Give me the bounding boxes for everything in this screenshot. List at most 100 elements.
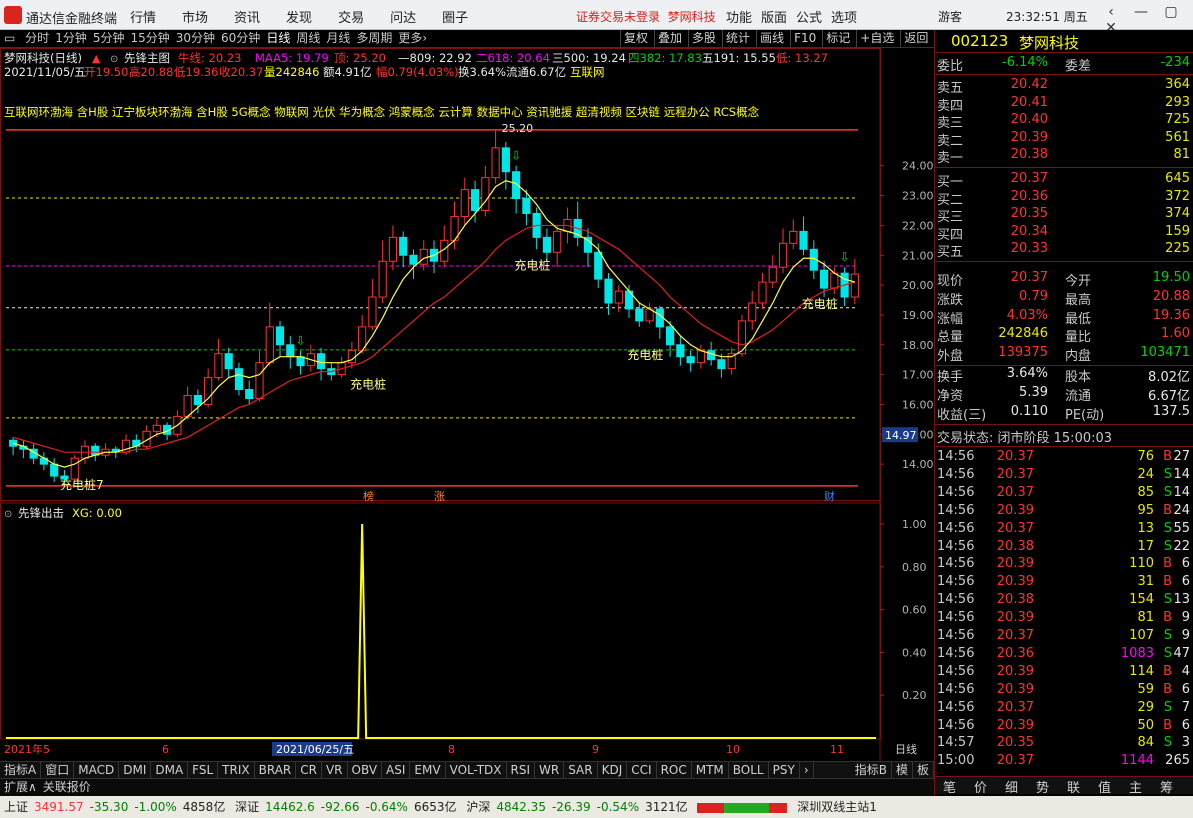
tick-row[interactable]: 14:56 20.37 85 S 14: [935, 485, 1193, 503]
indicator-tab-20[interactable]: MTM: [692, 762, 729, 778]
indicator-tab-13[interactable]: VOL-TDX: [446, 762, 507, 778]
tick-row[interactable]: 14:56 20.38 154 S 13: [935, 592, 1193, 610]
indicator-tab-15[interactable]: WR: [535, 762, 565, 778]
trade-login-warning[interactable]: 证券交易未登录 梦网科技: [576, 8, 716, 25]
stat-row[interactable]: 收益(三) 0.110 PE(动) 137.5: [935, 404, 1193, 423]
quote-tab-3[interactable]: 势: [1036, 777, 1049, 796]
tool-8[interactable]: 返回: [900, 30, 931, 47]
ask-row[interactable]: 卖四 20.41 293: [935, 95, 1193, 114]
tool-3[interactable]: 统计: [722, 30, 753, 47]
indicator-tab-6[interactable]: TRIX: [218, 762, 255, 778]
trade-status-row[interactable]: 交易状态: 闭市阶段 15:00:03: [935, 427, 1193, 446]
period-6[interactable]: 日线: [266, 30, 290, 47]
period-8[interactable]: 月线: [326, 30, 350, 47]
tick-row[interactable]: 14:56 20.39 50 B 6: [935, 718, 1193, 736]
period-4[interactable]: 30分钟: [176, 30, 215, 47]
indicator-right-tab-1[interactable]: 模: [892, 762, 913, 778]
quote-tab-2[interactable]: 细: [1005, 777, 1018, 796]
quote-tab-1[interactable]: 价: [974, 777, 987, 796]
tick-row[interactable]: 14:56 20.37 107 S 9: [935, 628, 1193, 646]
menu-item-2[interactable]: 资讯: [234, 7, 260, 26]
period-2[interactable]: 5分钟: [93, 30, 125, 47]
indicator-tab-3[interactable]: DMI: [119, 762, 152, 778]
menu2-item-3[interactable]: 选项: [831, 7, 857, 26]
quote-tab-6[interactable]: 主: [1129, 777, 1142, 796]
period-5[interactable]: 60分钟: [221, 30, 260, 47]
tick-row[interactable]: 14:56 20.39 81 B 9: [935, 610, 1193, 628]
indicator-tab-8[interactable]: CR: [296, 762, 322, 778]
tick-row[interactable]: 14:56 20.39 95 B 24: [935, 503, 1193, 521]
tool-1[interactable]: 叠加: [654, 30, 685, 47]
menu2-item-1[interactable]: 版面: [761, 7, 787, 26]
indicator-tab-23[interactable]: ›: [800, 762, 814, 778]
stat-row[interactable]: 外盘 139375 内盘 103471: [935, 345, 1193, 364]
period-10[interactable]: 更多›: [398, 30, 427, 47]
guest-label[interactable]: 游客: [938, 8, 962, 25]
menu-item-5[interactable]: 问达: [390, 7, 416, 26]
indicator-tab-11[interactable]: ASI: [382, 762, 411, 778]
ask-row[interactable]: 卖一 20.38 81: [935, 147, 1193, 166]
tick-row[interactable]: 14:56 20.39 31 B 6: [935, 574, 1193, 592]
stat-row[interactable]: 涨幅 4.03% 最低 19.36: [935, 308, 1193, 327]
indicator-tab-0[interactable]: 指标A: [0, 762, 42, 778]
indicator-tab-2[interactable]: MACD: [74, 762, 120, 778]
tick-row[interactable]: 14:56 20.38 17 S 22: [935, 539, 1193, 557]
back-icon[interactable]: ‹: [1096, 4, 1126, 20]
tick-row[interactable]: 14:56 20.39 114 B 4: [935, 664, 1193, 682]
ext-item-1[interactable]: 关联报价: [43, 779, 91, 796]
indicator-tab-7[interactable]: BRAR: [255, 762, 297, 778]
stat-row[interactable]: 总量 242846 量比 1.60: [935, 326, 1193, 345]
stat-row[interactable]: 净资 5.39 流通 6.67亿: [935, 385, 1193, 404]
quote-tab-4[interactable]: 联: [1067, 777, 1080, 796]
indicator-tab-1[interactable]: 窗口: [41, 762, 75, 778]
stat-row[interactable]: 换手 3.64% 股本 8.02亿: [935, 366, 1193, 385]
indicator-tab-19[interactable]: ROC: [657, 762, 692, 778]
tool-7[interactable]: +自选: [856, 30, 897, 47]
tool-0[interactable]: 复权: [620, 30, 651, 47]
ask-row[interactable]: 卖三 20.40 725: [935, 112, 1193, 131]
tick-row[interactable]: 14:56 20.37 29 S 7: [935, 700, 1193, 718]
indicator-tab-14[interactable]: RSI: [507, 762, 536, 778]
indicator-tab-10[interactable]: OBV: [348, 762, 383, 778]
quote-tab-5[interactable]: 值: [1098, 777, 1111, 796]
menu-item-4[interactable]: 交易: [338, 7, 364, 26]
maximize-icon[interactable]: ▢: [1156, 4, 1186, 20]
menu2-item-2[interactable]: 公式: [796, 7, 822, 26]
x-axis-mode[interactable]: 日线: [895, 742, 917, 756]
menu-item-0[interactable]: 行情: [130, 7, 156, 26]
tick-row[interactable]: 14:56 20.37 76 B 27: [935, 449, 1193, 467]
bid-row[interactable]: 买二 20.36 372: [935, 189, 1193, 208]
tool-2[interactable]: 多股: [688, 30, 719, 47]
ask-row[interactable]: 卖二 20.39 561: [935, 130, 1193, 149]
order-ratio[interactable]: 委比 -6.14% 委差 -234: [935, 55, 1193, 74]
indicator-right-tab-0[interactable]: 指标B: [851, 762, 892, 778]
ask-row[interactable]: 卖五 20.42 364: [935, 77, 1193, 96]
stat-row[interactable]: 现价 20.37 今开 19.50: [935, 270, 1193, 289]
indicator-tab-16[interactable]: SAR: [564, 762, 598, 778]
tick-row[interactable]: 14:56 20.37 13 S 55: [935, 521, 1193, 539]
server-name[interactable]: 深圳双线主站1: [797, 796, 877, 818]
period-0[interactable]: 分时: [25, 30, 49, 47]
tick-row[interactable]: 14:56 20.39 110 B 6: [935, 556, 1193, 574]
bid-row[interactable]: 买四 20.34 159: [935, 224, 1193, 243]
quote-tab-0[interactable]: 笔: [943, 777, 956, 796]
bid-row[interactable]: 买三 20.35 374: [935, 206, 1193, 225]
indicator-tab-9[interactable]: VR: [322, 762, 348, 778]
indicator-right-tab-2[interactable]: 板: [913, 762, 934, 778]
indicator-tab-4[interactable]: DMA: [151, 762, 189, 778]
tick-row[interactable]: 14:56 20.37 24 S 14: [935, 467, 1193, 485]
indicator-tab-18[interactable]: CCI: [627, 762, 657, 778]
menu-item-1[interactable]: 市场: [182, 7, 208, 26]
period-3[interactable]: 15分钟: [130, 30, 169, 47]
quote-tab-7[interactable]: 筹: [1160, 777, 1173, 796]
stat-row[interactable]: 涨跌 0.79 最高 20.88: [935, 289, 1193, 308]
tick-row[interactable]: 14:57 20.35 84 S 3: [935, 735, 1193, 753]
indicator-tab-12[interactable]: EMV: [410, 762, 446, 778]
tick-row[interactable]: 14:56 20.39 59 B 6: [935, 682, 1193, 700]
window-toggle-icon[interactable]: ▭: [4, 30, 15, 47]
tool-6[interactable]: 标记: [822, 30, 853, 47]
menu2-item-0[interactable]: 功能: [726, 7, 752, 26]
period-7[interactable]: 周线: [296, 30, 320, 47]
period-9[interactable]: 多周期: [356, 30, 392, 47]
ext-item-0[interactable]: 扩展∧: [4, 779, 37, 796]
